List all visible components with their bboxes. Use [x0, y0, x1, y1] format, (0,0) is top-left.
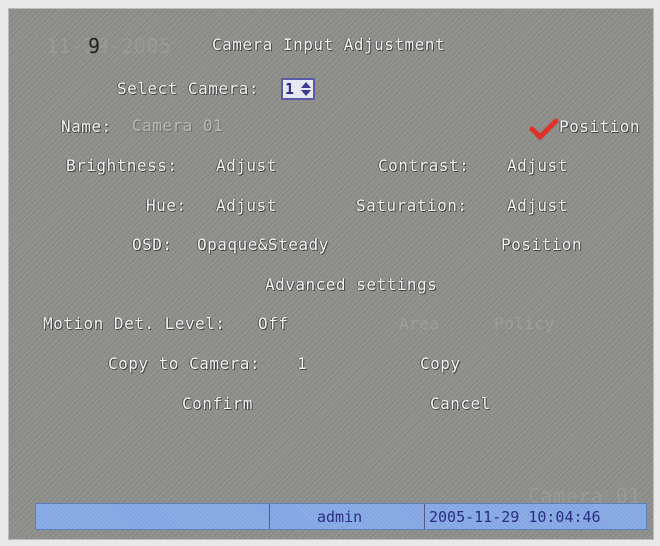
select-camera-spinner[interactable]: 1 — [281, 78, 315, 100]
status-segment — [36, 504, 270, 529]
saturation-label: Saturation: — [356, 196, 468, 215]
status-datetime: 2005-11-29 10:04:46 — [429, 508, 601, 526]
status-segment-user: admin — [269, 504, 425, 529]
select-camera-label: Select Camera: — [117, 79, 259, 98]
confirm-button[interactable]: Confirm — [182, 394, 253, 414]
checkmark-icon[interactable] — [529, 118, 559, 140]
copy-button[interactable]: Copy — [420, 354, 461, 374]
motion-detect-label: Motion Det. Level: — [43, 314, 226, 333]
status-user: admin — [317, 508, 363, 526]
name-field[interactable]: Camera 01 — [132, 116, 223, 136]
osd-position-button[interactable]: Position — [501, 235, 582, 255]
overlay-date-cursor: 9 — [88, 34, 101, 58]
name-position-label: Position — [559, 117, 641, 136]
motion-policy-button: Policy — [494, 314, 555, 333]
brightness-adjust-button[interactable]: Adjust — [216, 156, 277, 176]
contrast-label: Contrast: — [378, 156, 470, 175]
cancel-button[interactable]: Cancel — [430, 394, 491, 414]
hue-adjust-button[interactable]: Adjust — [216, 196, 277, 216]
copy-to-camera-label: Copy to Camera: — [108, 354, 260, 373]
advanced-settings-button[interactable]: Advanced settings — [265, 275, 437, 295]
status-bar: admin 2005-11-29 10:04:46 — [35, 503, 647, 530]
overlay-date-text: 11-29-2005 — [46, 34, 172, 58]
contrast-adjust-button[interactable]: Adjust — [507, 156, 568, 176]
saturation-adjust-button[interactable]: Adjust — [507, 196, 568, 216]
up-down-arrows-icon — [301, 82, 311, 96]
osd-screen — [8, 8, 654, 540]
copy-to-camera-select[interactable]: 1 — [297, 354, 307, 374]
select-camera-value: 1 — [285, 80, 295, 98]
hue-label: Hue: — [146, 196, 187, 215]
brightness-label: Brightness: — [66, 156, 178, 175]
motion-detect-level-select[interactable]: Off — [258, 314, 288, 334]
motion-area-button: Area — [399, 314, 440, 333]
name-label: Name: — [61, 117, 112, 136]
overlay-date: 11-29-2005 — [46, 36, 171, 56]
osd-label: OSD: — [132, 235, 173, 254]
page-title: Camera Input Adjustment — [212, 35, 446, 54]
osd-mode-select[interactable]: Opaque&Steady — [197, 235, 329, 255]
